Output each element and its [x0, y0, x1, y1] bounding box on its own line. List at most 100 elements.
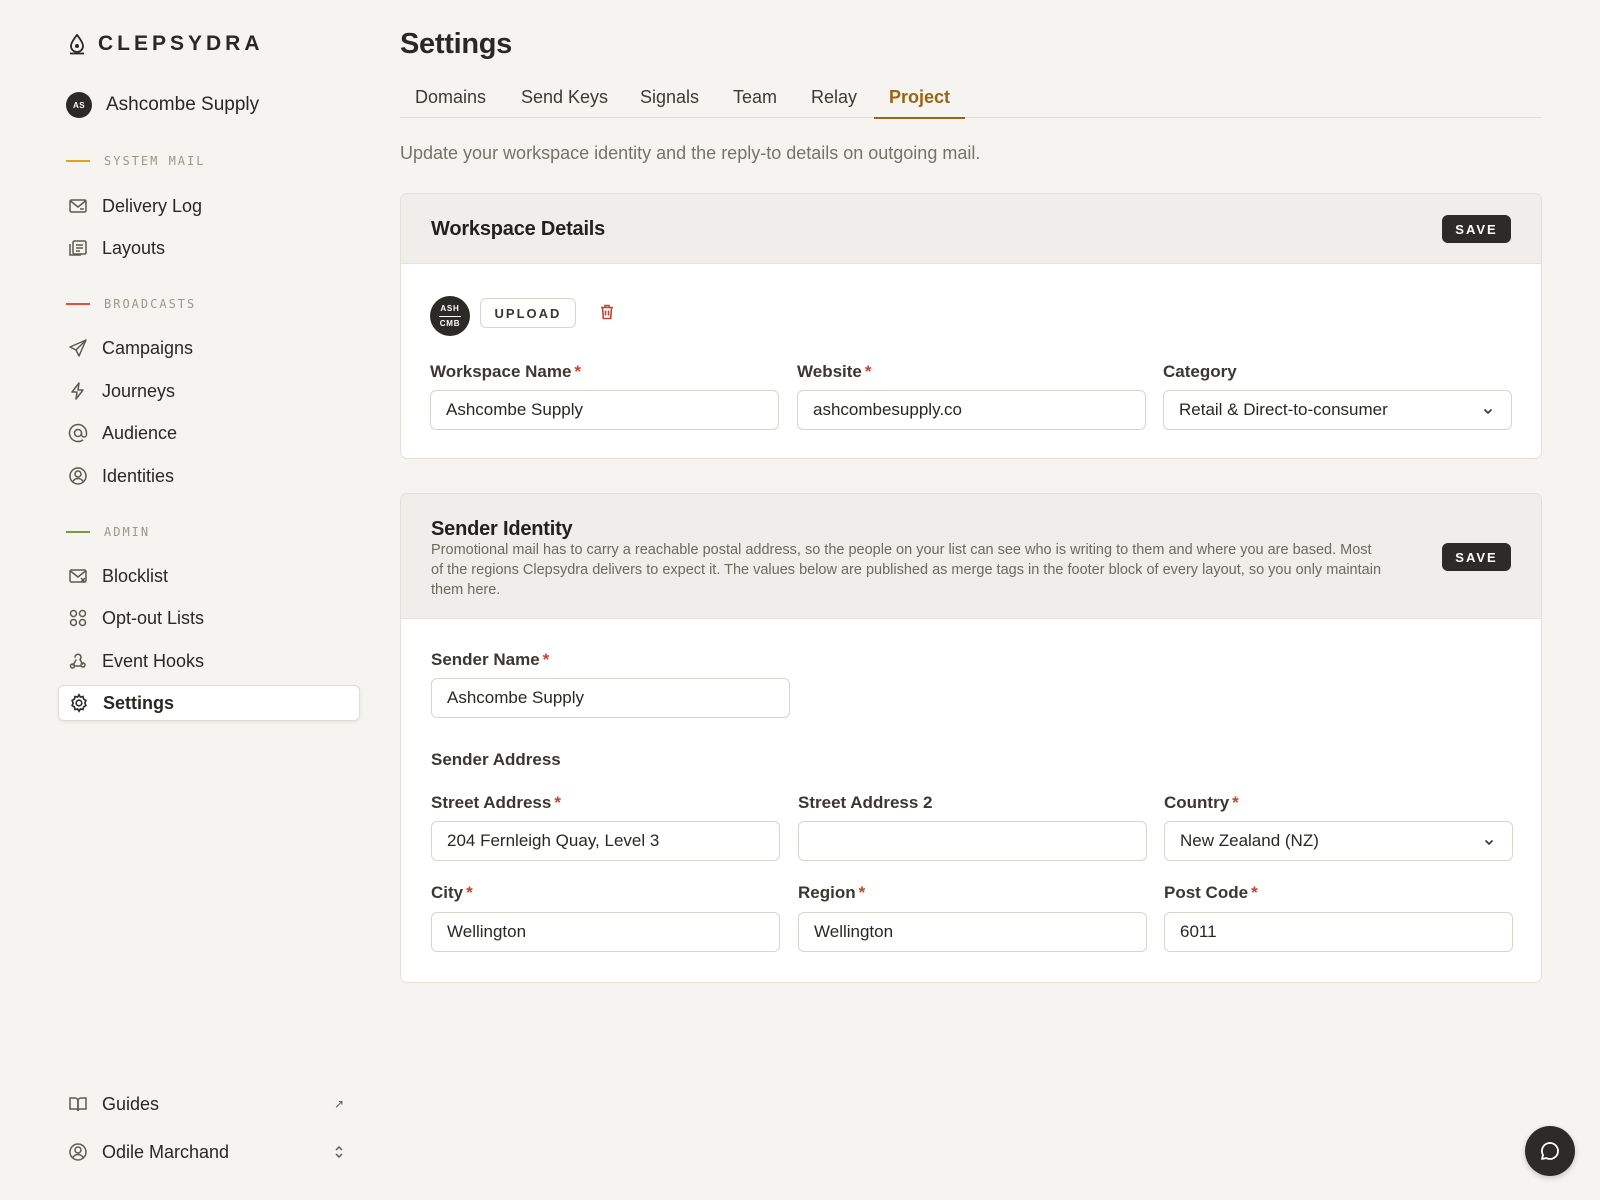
user-menu[interactable]: Odile Marchand [58, 1134, 360, 1170]
tab-signals[interactable]: Signals [625, 82, 714, 118]
sidebar-item-blocklist[interactable]: Blocklist [58, 558, 360, 594]
street-address-2-label: Street Address 2 [798, 793, 933, 812]
tab-team[interactable]: Team [718, 82, 792, 118]
label-text: Post Code [1164, 883, 1249, 902]
sidebar-item-opt-out-lists[interactable]: Opt-out Lists [58, 600, 360, 636]
post-code-input[interactable]: 6011 [1164, 912, 1513, 952]
external-link-icon: ↗ [333, 1097, 344, 1111]
label-text: Street Address [431, 793, 552, 812]
sender-address-heading: Sender Address [431, 750, 561, 769]
tab-send-keys[interactable]: Send Keys [506, 82, 623, 118]
logo-line-1: ASH [440, 303, 460, 313]
sidebar-item-event-hooks[interactable]: Event Hooks [58, 643, 360, 679]
section-color-bar [66, 160, 90, 162]
sidebar-item-label: Layouts [102, 237, 166, 258]
user-name: Odile Marchand [102, 1141, 230, 1162]
sender-name-input[interactable]: Ashcombe Supply [431, 678, 790, 718]
region-input[interactable]: Wellington [798, 912, 1147, 952]
tab-domains[interactable]: Domains [400, 82, 501, 118]
sidebar-link-guides[interactable]: Guides ↗ [58, 1086, 360, 1122]
sidebar-item-label: Journeys [102, 380, 176, 401]
section-label-broadcasts: BROADCASTS [66, 297, 196, 311]
page-title: Settings [400, 28, 512, 60]
street-address-label: Street Address * [431, 793, 561, 813]
guides-label: Guides [102, 1093, 160, 1114]
country-value: New Zealand (NZ) [1180, 831, 1319, 850]
chevron-down-icon [1482, 835, 1496, 849]
required-marker: * [542, 650, 550, 669]
sidebar-item-settings[interactable]: Settings [58, 685, 360, 721]
workspace-logo: ASH CMB [430, 296, 470, 336]
brand-name: CLEPSYDRA [98, 32, 264, 55]
required-marker: * [466, 883, 473, 902]
label-text: City [431, 883, 464, 902]
logo-line-2: CMB [439, 318, 461, 328]
clepsydra-logo-icon [68, 33, 86, 55]
workspace-avatar: AS [66, 92, 92, 118]
country-select[interactable]: New Zealand (NZ) [1164, 821, 1513, 861]
required-marker: * [1232, 793, 1239, 812]
tab-project[interactable]: Project [874, 82, 966, 119]
sender-name-label: Sender Name * [431, 650, 549, 670]
country-label: Country * [1164, 793, 1239, 813]
card-header: Workspace Details SAVE [401, 194, 1541, 264]
page-description: Update your workspace identity and the r… [400, 143, 981, 163]
street-address-2-input[interactable] [798, 821, 1147, 861]
sidebar-item-label: Campaigns [102, 337, 194, 358]
sidebar-item-label: Audience [102, 422, 178, 443]
sidebar-item-label: Settings [103, 692, 175, 713]
label-text: Region [798, 883, 856, 902]
sidebar-item-label: Blocklist [102, 565, 169, 586]
upload-logo-button[interactable]: UPLOAD [480, 298, 576, 328]
required-marker: * [554, 793, 561, 812]
post-code-label: Post Code * [1164, 883, 1258, 903]
send-icon [68, 338, 88, 358]
required-marker: * [1251, 883, 1258, 902]
sidebar-item-label: Delivery Log [102, 195, 203, 216]
grid-dots-icon [68, 608, 88, 628]
city-label: City * [431, 883, 473, 903]
label-text: Sender Name [431, 650, 540, 669]
lightning-icon [68, 381, 88, 401]
street-address-input[interactable]: 204 Fernleigh Quay, Level 3 [431, 821, 780, 861]
user-circle-icon [68, 1142, 88, 1162]
tab-relay[interactable]: Relay [796, 82, 872, 118]
mail-block-icon [68, 566, 88, 586]
workspace-switcher[interactable]: AS Ashcombe Supply [66, 92, 259, 118]
sidebar-item-journeys[interactable]: Journeys [58, 373, 360, 409]
sidebar-item-label: Identities [102, 465, 175, 486]
card-header: Sender Identity Promotional mail has to … [401, 494, 1541, 619]
at-sign-icon [68, 423, 88, 443]
website-input[interactable]: ashcombesupply.co [797, 390, 1146, 430]
section-label-admin: ADMIN [66, 525, 150, 539]
card-description: Promotional mail has to carry a reachabl… [431, 542, 1382, 598]
save-button[interactable]: SAVE [1442, 543, 1511, 571]
sidebar-item-identities[interactable]: Identities [58, 458, 360, 494]
workspace-name-input[interactable]: Ashcombe Supply [430, 390, 779, 430]
logo-divider [439, 315, 461, 317]
city-input[interactable]: Wellington [431, 912, 780, 952]
sidebar-item-campaigns[interactable]: Campaigns [58, 330, 360, 366]
chat-bubble-icon [1539, 1140, 1561, 1162]
sidebar-item-audience[interactable]: Audience [58, 415, 360, 451]
section-label-text: SYSTEM MAIL [104, 154, 206, 168]
section-color-bar [66, 531, 90, 533]
chat-button[interactable] [1525, 1126, 1575, 1176]
book-icon [68, 1094, 88, 1114]
category-value: Retail & Direct-to-consumer [1179, 400, 1388, 419]
card-title: Sender Identity [431, 518, 573, 540]
brand[interactable]: CLEPSYDRA [68, 32, 264, 56]
section-label-system-mail: SYSTEM MAIL [66, 154, 205, 168]
sidebar-item-delivery-log[interactable]: Delivery Log [58, 188, 360, 224]
layouts-icon [68, 238, 88, 258]
section-label-text: BROADCASTS [104, 297, 197, 311]
sidebar-item-layouts[interactable]: Layouts [58, 230, 360, 266]
category-select[interactable]: Retail & Direct-to-consumer [1163, 390, 1512, 430]
mail-log-icon [68, 196, 88, 216]
sidebar: CLEPSYDRA AS Ashcombe Supply SYSTEM MAIL… [0, 0, 370, 1200]
sidebar-item-label: Event Hooks [102, 650, 205, 671]
workspace-name: Ashcombe Supply [106, 94, 260, 115]
section-color-bar [66, 303, 90, 305]
save-button[interactable]: SAVE [1442, 215, 1511, 243]
trash-icon[interactable] [597, 302, 617, 322]
